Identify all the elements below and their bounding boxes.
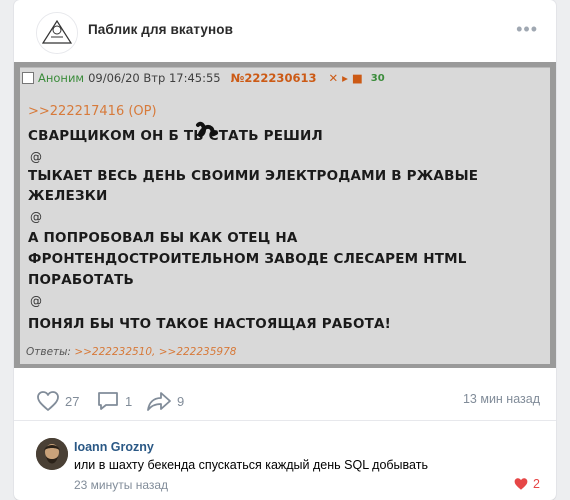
board-line: ПОНЯЛ БЫ ЧТО ТАКОЕ НАСТОЯЩАЯ РАБОТА! [28, 316, 392, 332]
post-checkbox [22, 72, 34, 84]
board-line: ПОРАБОТАТЬ [28, 272, 135, 288]
board-line: СВАРЩИКОМ ОН Б ТЬ СТАТЬ РЕШИЛ [28, 128, 323, 144]
comment-count: 1 [125, 393, 133, 409]
sketch-avatar-icon [37, 13, 77, 53]
board-line: @ [30, 294, 42, 308]
post-time[interactable]: 13 мин назад [463, 392, 540, 406]
portrait-avatar-icon [36, 438, 68, 470]
board-line: А ПОПРОБОВАЛ БЫ КАК ОТЕЦ НА [28, 230, 298, 246]
board-line: ТЫКАЕТ ВЕСЬ ДЕНЬ СВОИМИ ЭЛЕКТРОДАМИ В РЖ… [28, 168, 479, 184]
board-answers: Ответы: >>222232510, >>222235978 [26, 346, 236, 358]
board-answers-label: Ответы: [26, 346, 71, 358]
board-line: @ [30, 150, 42, 164]
comment-like-button[interactable]: 2 [513, 477, 540, 491]
post-header: Паблик для вкатунов ••• [14, 0, 556, 62]
board-post-number: №222230613 [230, 71, 317, 85]
board-controls-icon: ✕ ▸ ■ [328, 71, 363, 85]
heart-icon [37, 391, 59, 411]
group-avatar[interactable] [36, 12, 78, 54]
comment-like-count: 2 [533, 477, 540, 491]
scribble-censor-icon [196, 121, 218, 138]
comment-author[interactable]: Ioann Grozny [74, 440, 154, 454]
share-icon [147, 392, 171, 411]
board-post-meta: Аноним 09/06/20 Втр 17:45:55 №222230613 … [22, 71, 385, 85]
comment-icon [98, 392, 118, 410]
share-button[interactable]: 9 [146, 390, 184, 412]
heart-filled-icon [514, 478, 528, 490]
board-reply-link: >>222217416 (OP) [28, 104, 157, 119]
group-name[interactable]: Паблик для вкатунов [88, 22, 233, 37]
more-options-icon[interactable]: ••• [516, 20, 538, 38]
comment-text: или в шахту бекенда спускаться каждый де… [74, 458, 428, 472]
imageboard-post: Аноним 09/06/20 Втр 17:45:55 №222230613 … [20, 67, 550, 364]
board-line: ЖЕЛЕЗКИ [28, 188, 108, 204]
post-actions: 27 1 9 13 мин назад [14, 380, 556, 420]
board-line: @ [30, 210, 42, 224]
post-image[interactable]: Аноним 09/06/20 Втр 17:45:55 №222230613 … [14, 62, 556, 368]
share-count: 9 [177, 393, 185, 409]
board-datetime: 09/06/20 Втр 17:45:55 [88, 71, 221, 85]
comment-button[interactable]: 1 [96, 390, 132, 412]
like-button[interactable]: 27 [36, 390, 79, 412]
board-count: 30 [370, 72, 385, 84]
comment-time[interactable]: 23 минуты назад [74, 478, 168, 492]
commenter-avatar[interactable] [36, 438, 68, 470]
divider [14, 420, 556, 421]
like-count: 27 [65, 393, 80, 409]
board-answers-links: >>222232510, >>222235978 [74, 346, 237, 358]
board-line: ФРОНТЕНДОСТРОИТЕЛЬНОМ ЗАВОДЕ СЛЕСАРЕМ HT… [28, 251, 467, 267]
post-card: Паблик для вкатунов ••• Аноним 09/06/20 … [14, 0, 556, 500]
board-author: Аноним [38, 71, 85, 85]
